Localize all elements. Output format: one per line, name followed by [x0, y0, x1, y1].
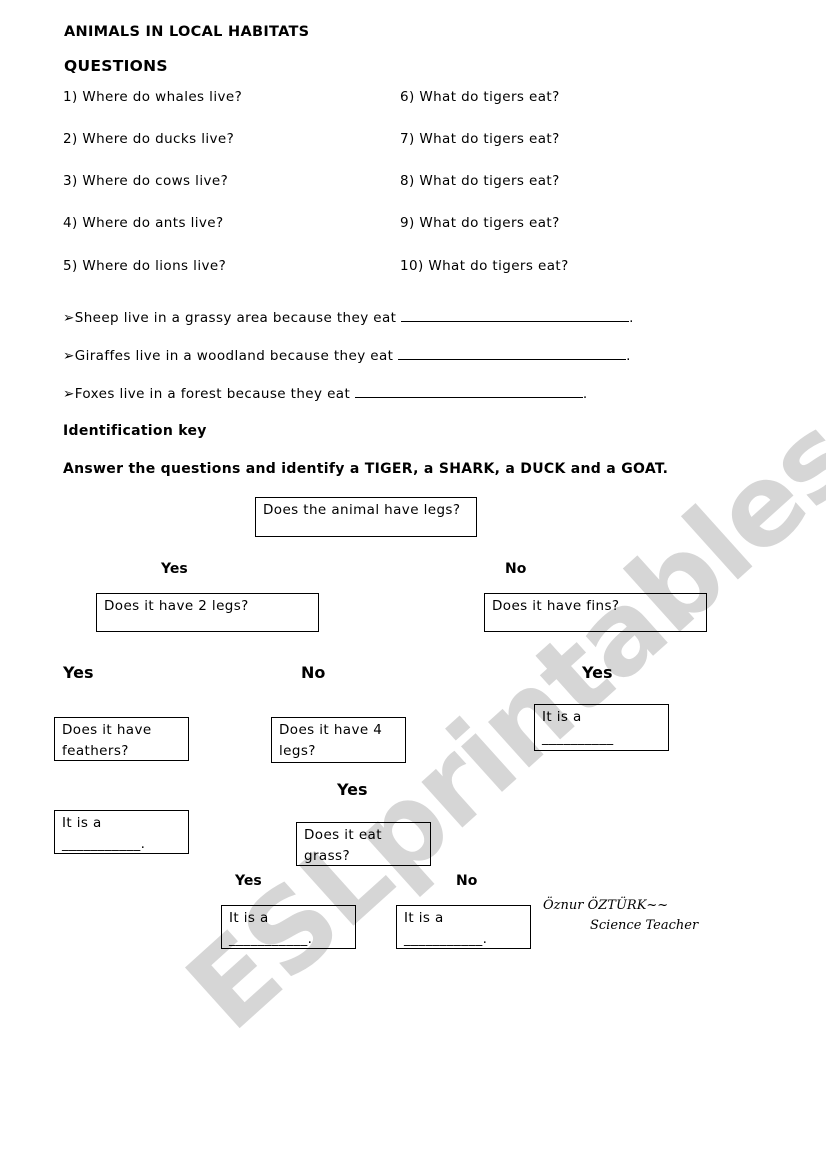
question-1: 1) Where do whales live? — [63, 89, 243, 105]
question-3: 3) Where do cows live? — [63, 173, 229, 189]
answer-blank[interactable]: ___________. — [62, 834, 181, 855]
branch-label-yes: Yes — [161, 561, 188, 577]
period: . — [629, 310, 634, 326]
question-4: 4) Where do ants live? — [63, 215, 224, 231]
question-8: 8) What do tigers eat? — [400, 173, 560, 189]
key-node-feathers: Does it have feathers? — [54, 717, 189, 761]
answer-blank[interactable]: ___________. — [404, 929, 523, 950]
period: . — [582, 386, 588, 402]
branch-label-yes: Yes — [235, 873, 262, 889]
question-2: 2) Where do ducks live? — [63, 131, 235, 147]
fill-in-foxes: ➢Foxes live in a forest because they eat… — [63, 385, 588, 402]
key-node-two-legs: Does it have 2 legs? — [96, 593, 319, 632]
answer-prefix: It is a — [229, 910, 269, 926]
answer-blank[interactable]: __________ — [542, 728, 661, 749]
arrow-bullet-icon: ➢ — [63, 310, 75, 326]
identification-key-instruction: Answer the questions and identify a TIGE… — [63, 461, 669, 477]
fill-in-sheep: ➢Sheep live in a grassy area because the… — [63, 309, 634, 326]
branch-label-yes: Yes — [337, 780, 368, 799]
key-node-eat-grass: Does it eat grass? — [296, 822, 431, 866]
key-node-fins: Does it have fins? — [484, 593, 707, 632]
period: . — [626, 348, 631, 364]
key-answer-box-duck: It is a ___________. — [54, 810, 189, 854]
key-node-four-legs: Does it have 4 legs? — [271, 717, 406, 763]
arrow-bullet-icon: ➢ — [63, 386, 75, 402]
answer-blank[interactable] — [398, 347, 627, 360]
signature-name: Öznur ÖZTÜRK~~ — [543, 898, 669, 913]
fill-in-text: Sheep live in a grassy area because they… — [74, 310, 397, 326]
fill-in-giraffes: ➢Giraffes live in a woodland because the… — [63, 347, 631, 364]
page-title: ANIMALS IN LOCAL HABITATS — [64, 24, 310, 40]
section-title-questions: QUESTIONS — [64, 57, 168, 75]
branch-label-yes: Yes — [582, 663, 613, 682]
arrow-bullet-icon: ➢ — [63, 348, 75, 364]
answer-blank[interactable]: ___________. — [229, 929, 348, 950]
fill-in-text: Giraffes live in a woodland because they… — [74, 348, 394, 364]
branch-label-no: No — [456, 873, 478, 889]
key-answer-box-tiger: It is a ___________. — [396, 905, 531, 949]
answer-prefix: It is a — [62, 815, 102, 831]
question-5: 5) Where do lions live? — [63, 258, 227, 274]
key-node-legs: Does the animal have legs? — [255, 497, 477, 537]
question-6: 6) What do tigers eat? — [400, 89, 560, 105]
question-9: 9) What do tigers eat? — [400, 215, 560, 231]
worksheet: ANIMALS IN LOCAL HABITATS QUESTIONS 1) W… — [0, 0, 826, 1169]
question-7: 7) What do tigers eat? — [400, 131, 560, 147]
question-10: 10) What do tigers eat? — [400, 258, 569, 274]
answer-prefix: It is a — [404, 910, 444, 926]
key-answer-box-goat: It is a ___________. — [221, 905, 356, 949]
branch-label-yes: Yes — [63, 663, 94, 682]
identification-key-heading: Identification key — [63, 423, 207, 439]
answer-blank[interactable] — [401, 309, 630, 322]
answer-blank[interactable] — [354, 385, 583, 398]
branch-label-no: No — [301, 663, 326, 682]
signature-role: Science Teacher — [590, 918, 699, 933]
branch-label-no: No — [505, 561, 527, 577]
answer-prefix: It is a — [542, 709, 582, 725]
fill-in-text: Foxes live in a forest because they eat — [74, 386, 351, 402]
key-answer-box-shark: It is a __________ — [534, 704, 669, 751]
